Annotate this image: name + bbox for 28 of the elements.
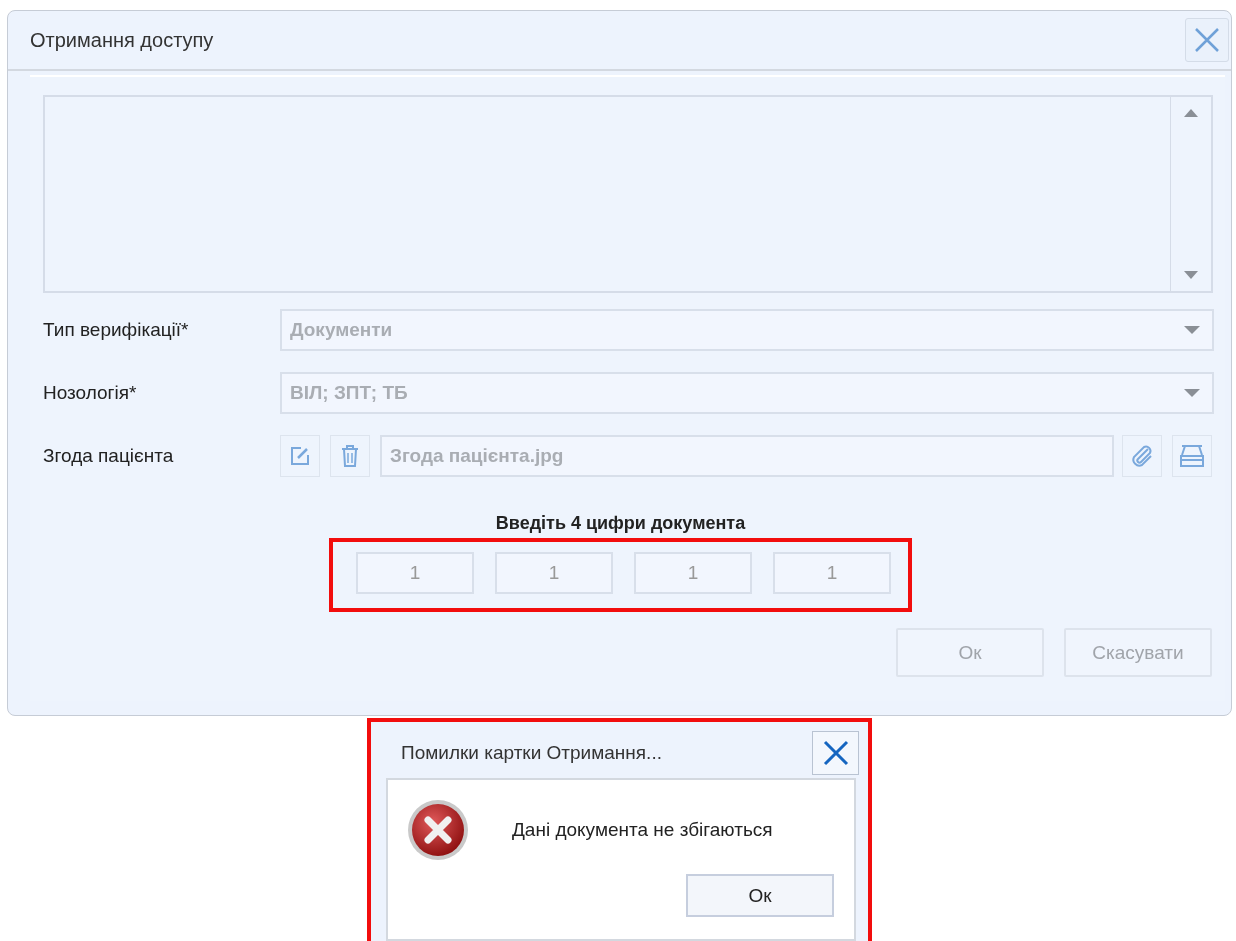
field-label: Згода пацієнта [43, 445, 175, 467]
close-icon [821, 739, 850, 767]
trash-icon [340, 444, 360, 468]
dialog-title: Помилки картки Отримання... [401, 742, 662, 764]
close-button[interactable] [812, 731, 859, 775]
close-button[interactable] [1185, 18, 1229, 62]
scroll-down-icon[interactable] [1184, 271, 1198, 279]
field-label: Тип верифікації* [43, 319, 190, 341]
ok-button[interactable]: Ок [686, 874, 834, 917]
paperclip-icon [1130, 443, 1154, 469]
digit-field[interactable]: 1 [634, 552, 752, 594]
close-icon [1193, 26, 1221, 54]
digit-field[interactable]: 1 [773, 552, 891, 594]
section-heading: Введіть 4 цифри документа [495, 513, 746, 534]
scanner-icon [1178, 443, 1206, 469]
error-icon [406, 798, 470, 862]
edit-button[interactable] [280, 435, 320, 477]
edit-icon [289, 445, 311, 467]
error-message: Дані документа не збігаються [512, 819, 773, 841]
scan-button[interactable] [1172, 435, 1212, 477]
window-title: Отримання доступу [30, 28, 214, 52]
attach-button[interactable] [1122, 435, 1162, 477]
text-area[interactable] [43, 95, 1213, 293]
digit-field[interactable]: 1 [356, 552, 474, 594]
digit-field[interactable]: 1 [495, 552, 613, 594]
delete-button[interactable] [330, 435, 370, 477]
scroll-up-icon[interactable] [1184, 109, 1198, 117]
field-label: Нозологія* [43, 382, 138, 404]
